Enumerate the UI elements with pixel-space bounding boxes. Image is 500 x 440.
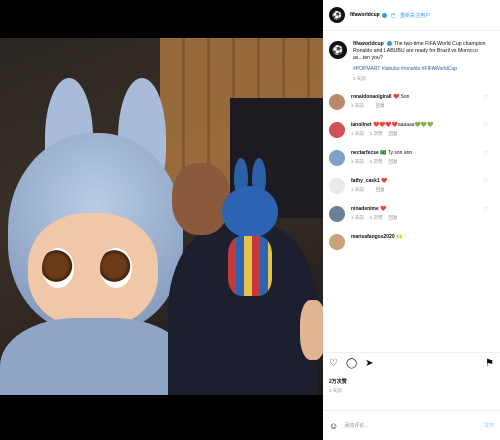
- caption: fifaworldcup The two-time FIFA World Cup…: [353, 41, 494, 62]
- send-icon[interactable]: ➤: [365, 358, 373, 369]
- emoji-icon[interactable]: ☺: [329, 421, 338, 431]
- comment-username[interactable]: ianolinet: [351, 122, 372, 128]
- doll-right-eye: [100, 248, 132, 288]
- comment-text: 🙌: [396, 234, 403, 240]
- comment-likes: 1 次赞: [369, 131, 383, 136]
- comment-text: ❤️: [381, 178, 388, 184]
- comment-time: 1 天前: [351, 215, 364, 220]
- comment-text: ❤️❤️❤️❤️aaaaaa💚💚💚: [372, 122, 434, 128]
- comment-time: 1 天前: [351, 131, 364, 136]
- comment-time: 1 天前: [351, 159, 364, 164]
- caption-avatar[interactable]: ⚽: [329, 41, 347, 59]
- comment-likes: 1 次赞: [369, 215, 383, 220]
- comment-row: nectarfecse 🇧🇷 Ty son ann 1 天前 1 次赞 回复 ♡: [329, 150, 494, 166]
- post-comment-button[interactable]: 发布: [484, 422, 494, 429]
- comment-avatar[interactable]: [329, 206, 345, 222]
- doll-left-eye: [42, 248, 74, 288]
- comment-avatar[interactable]: [329, 178, 345, 194]
- caption-time: 1 天前: [353, 76, 366, 81]
- comment-text: 🇧🇷 Ty son ann: [380, 150, 413, 156]
- post-photo[interactable]: [0, 38, 323, 395]
- reply-button[interactable]: 回复: [376, 103, 385, 108]
- comment-username[interactable]: ronaldonaolgirall: [351, 94, 392, 100]
- comment-row: ronaldonaolgirall ❤️ Son 1 天前 回复 ♡: [329, 94, 494, 110]
- post-sidebar: ⚽ fifaworldcup 已 · 重新关注用户 ⚽ fifaworldcup…: [323, 0, 500, 440]
- action-bar: ♡ ◯ ➤ ⚑: [323, 352, 500, 374]
- comment-avatar[interactable]: [329, 150, 345, 166]
- author-avatar[interactable]: ⚽: [329, 7, 345, 23]
- comment-text: ❤️: [380, 206, 387, 212]
- reply-button[interactable]: 回复: [389, 159, 398, 164]
- reply-button[interactable]: 回复: [389, 215, 398, 220]
- comment-likes: 1 次赞: [369, 159, 383, 164]
- comment-input[interactable]: 添加评论...: [344, 422, 478, 429]
- comment-like-icon[interactable]: ♡: [483, 122, 488, 129]
- caption-block: ⚽ fifaworldcup The two-time FIFA World C…: [329, 41, 494, 82]
- comment-username[interactable]: marisafangos2020: [351, 234, 395, 240]
- comment-avatar[interactable]: [329, 122, 345, 138]
- caption-verified-icon: [387, 41, 393, 47]
- comment-row: ninadenime ❤️ 1 天前 1 次赞 回复 ♡: [329, 206, 494, 222]
- comment-row: fathy_cask1 ❤️ 1 天前 回复 ♡: [329, 178, 494, 194]
- bookmark-icon[interactable]: ⚑: [485, 358, 494, 369]
- comment-like-icon[interactable]: ♡: [483, 94, 488, 101]
- comment-icon[interactable]: ◯: [346, 358, 357, 369]
- comment-username[interactable]: nectarfecse: [351, 150, 379, 156]
- comment-time: 1 天前: [351, 187, 364, 192]
- comment-avatar[interactable]: [329, 234, 345, 250]
- comment-avatar[interactable]: [329, 94, 345, 110]
- comment-like-icon[interactable]: ♡: [483, 150, 488, 157]
- reply-button[interactable]: 回复: [389, 131, 398, 136]
- photo-panel: [0, 0, 323, 440]
- comments-scroll[interactable]: ⚽ fifaworldcup The two-time FIFA World C…: [323, 31, 500, 250]
- comment-like-icon[interactable]: ♡: [483, 206, 488, 213]
- comment-text: ❤️ Son: [392, 94, 410, 100]
- doll-body: [0, 318, 190, 395]
- comment-row: marisafangos2020 🙌: [329, 234, 494, 250]
- verified-icon: [381, 12, 387, 18]
- caption-author[interactable]: fifaworldcup: [353, 41, 384, 47]
- comment-username[interactable]: fathy_cask1: [351, 178, 380, 184]
- author-username[interactable]: fifaworldcup: [350, 12, 380, 18]
- post-header: ⚽ fifaworldcup 已 · 重新关注用户: [323, 0, 500, 31]
- heart-icon[interactable]: ♡: [329, 358, 338, 369]
- toy-body: [228, 236, 272, 296]
- comment-like-icon[interactable]: ♡: [483, 178, 488, 185]
- toy-head: [222, 186, 278, 238]
- comment-time: 1 天前: [351, 103, 364, 108]
- reply-button[interactable]: 回复: [376, 187, 385, 192]
- comment-row: ianolinet ❤️❤️❤️❤️aaaaaa💚💚💚 1 天前 1 次赞 回复 ♡: [329, 122, 494, 138]
- comment-username[interactable]: ninadenime: [351, 206, 379, 212]
- post-date: 1 天前: [329, 388, 342, 393]
- hand: [300, 300, 323, 360]
- add-comment-bar: ☺ 添加评论... 发布: [323, 410, 500, 440]
- likes-count[interactable]: 2万次赞: [329, 378, 347, 385]
- follow-button[interactable]: 已 · 重新关注用户: [391, 12, 430, 19]
- labubu-toy: [220, 158, 280, 308]
- caption-hashtags[interactable]: #POPMART #labubu #ronaldo #FIFAWorldCup: [353, 66, 494, 73]
